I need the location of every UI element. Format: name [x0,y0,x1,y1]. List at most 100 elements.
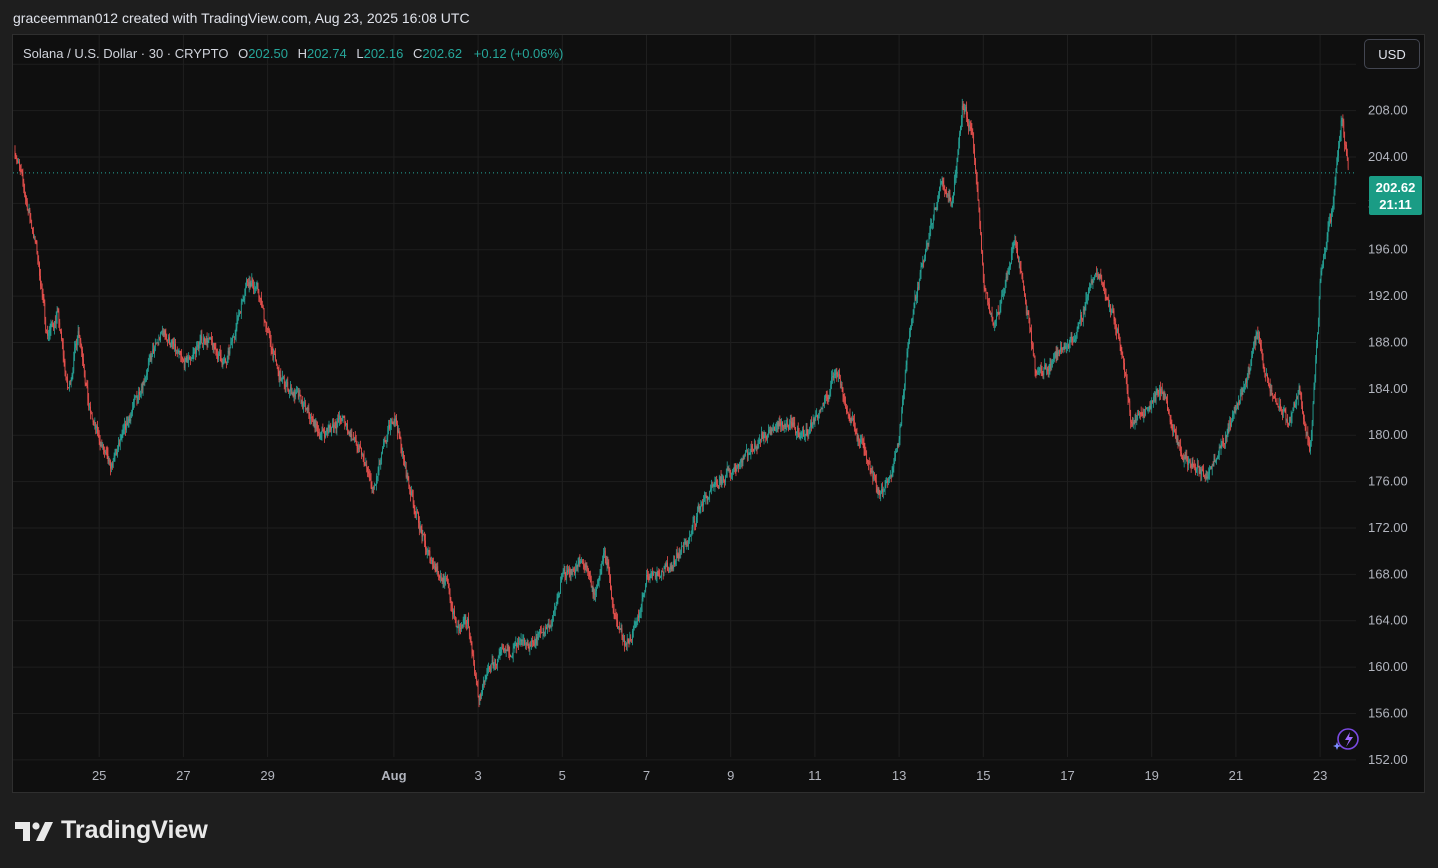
candle [503,644,504,653]
candle [877,486,879,499]
candle [663,565,665,577]
candle [1067,338,1068,352]
candle [1115,318,1117,336]
candle [1141,411,1143,417]
candle [1053,352,1055,363]
candle [154,338,156,352]
candle [653,571,655,574]
candle [303,401,304,413]
candle [522,634,524,646]
sparkle-lightning-icon[interactable] [1331,725,1361,760]
currency-button[interactable]: USD [1364,39,1420,69]
candle [1309,437,1310,453]
candle [1329,213,1331,227]
candle [930,218,932,237]
candle [475,670,476,679]
candle [566,565,568,585]
candle [1184,451,1186,460]
candle [148,354,150,366]
candle [1020,260,1022,274]
symbol-name[interactable]: Solana / U.S. Dollar · 30 · CRYPTO [23,46,228,61]
candle [1178,441,1180,447]
candle [125,420,126,436]
candle [731,472,732,480]
candle [492,655,494,669]
candle [855,428,857,435]
candle [1276,403,1278,405]
candle [34,236,36,244]
candle [600,563,602,576]
candle [586,562,588,572]
candle [436,562,438,575]
price-axis[interactable]: 212.00208.00204.00200.00196.00192.00188.… [1368,56,1408,767]
candle [151,352,153,364]
candle [1290,410,1292,427]
chart-panel[interactable]: 212.00208.00204.00200.00196.00192.00188.… [12,34,1425,793]
candle [162,328,164,338]
candle [634,617,636,629]
candle [1275,398,1277,405]
tradingview-brand[interactable]: TradingView [15,816,208,845]
candle [222,358,224,369]
candle [116,448,118,456]
candle [724,479,725,488]
candle [497,655,499,663]
time-axis[interactable]: 25 27 29 Aug 3 5 7 9 11 13 15 17 19 21 23 [92,768,1327,783]
candle [382,438,384,449]
candle [382,446,383,455]
candle [196,341,197,358]
candle [1250,359,1252,371]
candle [359,444,361,453]
candle [39,261,40,281]
candle [291,387,293,396]
candle [397,420,398,440]
candle [277,366,279,377]
candle [937,195,939,211]
time-tick-label: 27 [176,768,190,783]
candle [393,418,395,427]
candle [1013,240,1015,250]
candle [1146,406,1148,412]
candle [257,282,259,294]
candle [444,575,446,589]
candle [860,434,861,448]
candle [925,248,926,262]
candle [1323,253,1325,269]
candle [1090,274,1092,288]
candle [919,269,921,281]
candle [828,394,830,402]
candle [572,566,574,577]
candle [609,566,611,584]
candle [214,342,216,350]
candle [1155,386,1157,405]
candle [1092,277,1094,289]
candle [1132,416,1133,427]
candle [525,639,526,650]
candle [443,573,445,588]
candle [797,422,799,438]
candle [244,288,246,305]
candle [57,307,59,313]
candle [821,407,823,410]
candle [321,426,323,441]
candle [1180,438,1182,457]
candle [967,118,969,135]
candle [225,361,227,369]
candlestick-chart[interactable]: 212.00208.00204.00200.00196.00192.00188.… [13,35,1424,792]
candle [1017,241,1018,259]
candle [864,442,866,456]
candle [310,413,311,425]
candle [182,356,183,364]
candle [812,414,814,429]
candle [977,181,979,201]
candle [254,286,256,294]
candle [298,388,300,403]
candle [225,357,226,364]
candle [1338,140,1339,162]
candle [1254,335,1256,351]
candle [719,476,721,486]
candle [850,417,852,426]
candle [259,295,261,303]
candle [1039,364,1041,374]
candle [773,422,775,434]
